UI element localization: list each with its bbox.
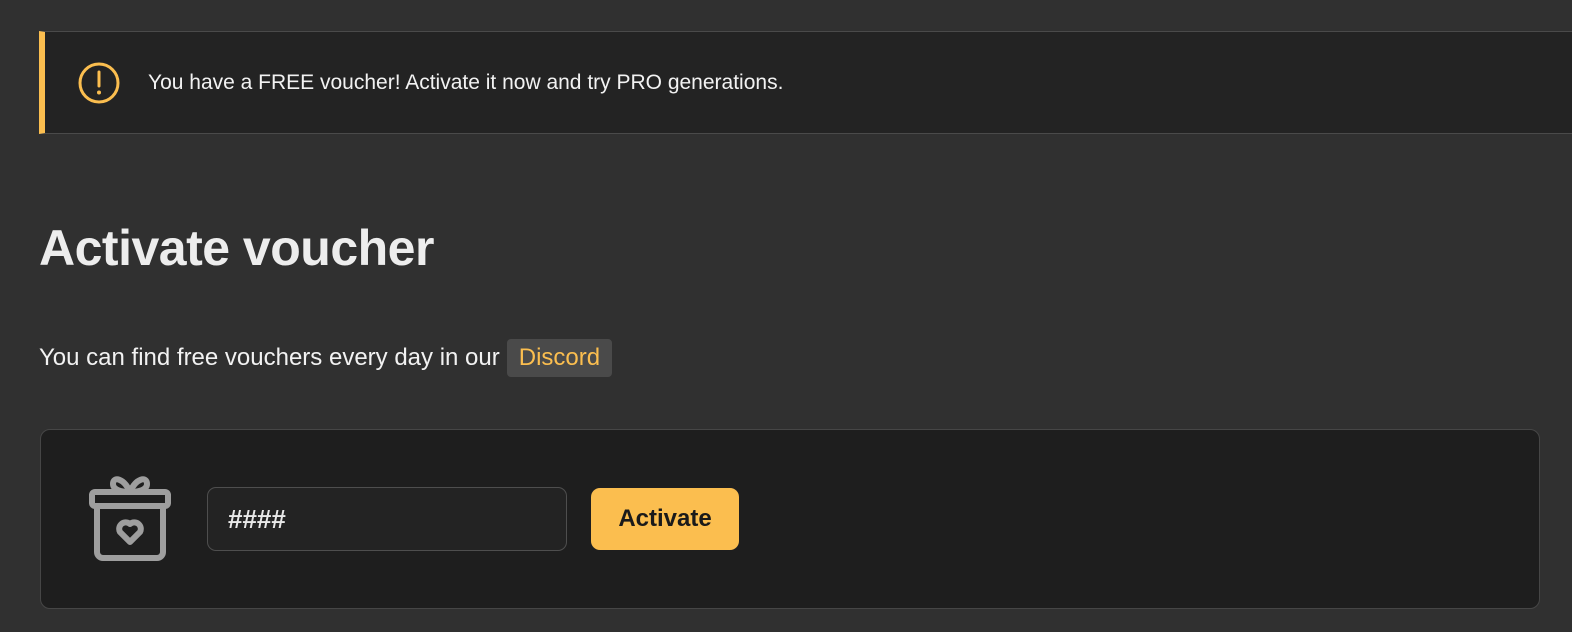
- discord-hint: You can find free vouchers every day in …: [39, 339, 613, 377]
- discord-hint-text: You can find free vouchers every day in …: [39, 344, 500, 371]
- discord-link[interactable]: Discord: [506, 339, 613, 377]
- voucher-code-input[interactable]: [207, 487, 567, 551]
- notice-text: You have a FREE voucher! Activate it now…: [148, 71, 784, 94]
- exclamation-circle-icon: [78, 62, 120, 104]
- page-title: Activate voucher: [39, 220, 434, 276]
- activate-button[interactable]: Activate: [591, 488, 739, 550]
- voucher-activation-card: Activate: [40, 429, 1540, 609]
- gift-heart-icon: [89, 476, 171, 561]
- free-voucher-notice: You have a FREE voucher! Activate it now…: [39, 31, 1572, 134]
